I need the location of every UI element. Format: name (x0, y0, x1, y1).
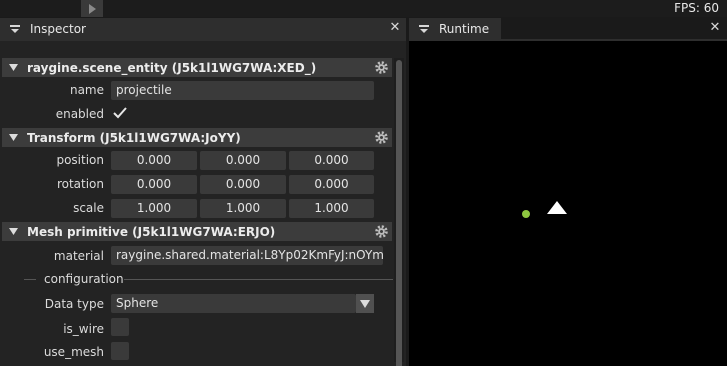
enabled-checkbox[interactable] (111, 104, 129, 122)
play-button[interactable] (81, 0, 103, 17)
collapse-arrow-icon (9, 134, 18, 141)
scale-label: scale (73, 201, 104, 215)
runtime-panel: Runtime ✕ (409, 18, 727, 366)
scale-z-field[interactable]: 1.000 (289, 199, 374, 218)
position-x-field[interactable]: 0.000 (111, 151, 197, 170)
gear-icon[interactable] (374, 224, 389, 239)
scale-y-field[interactable]: 1.000 (200, 199, 286, 218)
collapse-arrow-icon (9, 64, 18, 71)
inspector-panel: Inspector ✕ raygine.scene_entity (J5k1l1… (0, 18, 406, 366)
position-y-field[interactable]: 0.000 (200, 151, 286, 170)
tab-runtime[interactable]: Runtime (409, 18, 501, 39)
rotation-x-field[interactable]: 0.000 (111, 175, 197, 194)
scale-x-field[interactable]: 1.000 (111, 199, 197, 218)
menu-icon[interactable] (10, 24, 20, 33)
runtime-viewport[interactable] (409, 41, 727, 366)
runtime-scene (522, 201, 567, 218)
close-icon[interactable]: ✕ (388, 21, 402, 35)
name-label: name (69, 83, 104, 97)
gear-icon[interactable] (374, 60, 389, 75)
transform-header[interactable]: Transform (J5k1l1WG7WA:JoYY) (2, 128, 392, 147)
use-mesh-checkbox[interactable] (111, 342, 129, 360)
material-label: material (53, 249, 104, 263)
rotation-y-field[interactable]: 0.000 (200, 175, 286, 194)
close-icon[interactable]: ✕ (708, 21, 722, 35)
dropdown-arrow-icon (360, 299, 370, 308)
projectile-dot (522, 210, 530, 218)
data-type-select[interactable]: Sphere (111, 294, 356, 313)
configuration-label: configuration (44, 272, 124, 286)
enabled-label: enabled (55, 107, 104, 121)
fps-counter: FPS: 60 (674, 1, 719, 15)
tab-label: Inspector (30, 21, 86, 36)
checkmark-icon (113, 107, 127, 119)
rotation-label: rotation (56, 177, 104, 191)
entity-header-title: raygine.scene_entity (J5k1l1WG7WA:XED_) (27, 60, 317, 75)
inspector-tabbar: Inspector ✕ (0, 18, 406, 39)
entity-header[interactable]: raygine.scene_entity (J5k1l1WG7WA:XED_) (2, 58, 392, 77)
rotation-z-field[interactable]: 0.000 (289, 175, 374, 194)
menu-icon[interactable] (419, 24, 429, 33)
inspector-content: raygine.scene_entity (J5k1l1WG7WA:XED_) … (0, 41, 406, 366)
data-type-dropdown-button[interactable] (356, 294, 374, 313)
mesh-header[interactable]: Mesh primitive (J5k1l1WG7WA:ERJO) (2, 222, 392, 241)
position-z-field[interactable]: 0.000 (289, 151, 374, 170)
is-wire-checkbox[interactable] (111, 318, 129, 336)
name-field[interactable]: projectile (111, 81, 374, 100)
position-label: position (56, 153, 104, 167)
collapse-arrow-icon (9, 228, 18, 235)
transform-header-title: Transform (J5k1l1WG7WA:JoYY) (27, 130, 241, 145)
runtime-tabbar: Runtime ✕ (409, 18, 727, 39)
use-mesh-label: use_mesh (43, 345, 104, 359)
tab-inspector[interactable]: Inspector ✕ (0, 18, 406, 39)
scrollbar[interactable] (394, 58, 404, 366)
runtime-content (409, 41, 727, 366)
triangle-entity (547, 201, 567, 214)
configuration-separator-left (24, 279, 36, 280)
material-field[interactable]: raygine.shared.material:L8Yp02KmFyJ:nOYm… (111, 246, 383, 265)
data-type-label: Data type (44, 297, 104, 311)
configuration-separator-right (124, 279, 393, 280)
tab-label: Runtime (439, 21, 490, 36)
mesh-header-title: Mesh primitive (J5k1l1WG7WA:ERJO) (27, 224, 276, 239)
play-icon (89, 3, 96, 14)
scrollbar-thumb[interactable] (396, 60, 402, 366)
gear-icon[interactable] (374, 130, 389, 145)
is-wire-label: is_wire (63, 322, 104, 336)
top-toolbar: FPS: 60 (0, 0, 727, 17)
